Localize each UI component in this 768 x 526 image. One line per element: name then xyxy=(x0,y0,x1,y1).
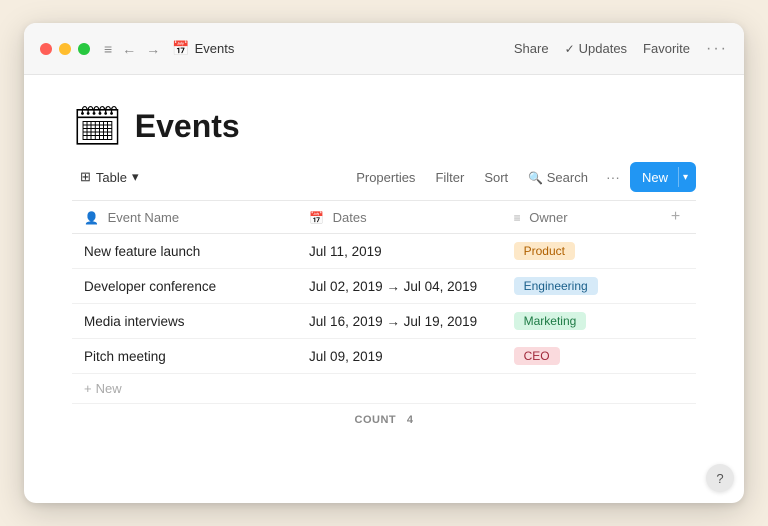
events-table: 👤 Event Name 📅 Dates ≡ Owner + xyxy=(72,200,696,404)
page-header: 🗓 Events xyxy=(24,75,744,162)
filter-button[interactable]: Filter xyxy=(427,166,472,189)
properties-button[interactable]: Properties xyxy=(348,166,423,189)
titlebar-page-name: Events xyxy=(195,41,235,56)
page-icon-large: 🗓 xyxy=(72,103,123,150)
col-add: + xyxy=(655,201,696,234)
table-icon: ⊞ xyxy=(80,169,91,185)
col-dates: 📅 Dates xyxy=(297,201,502,234)
maximize-button[interactable] xyxy=(78,43,90,55)
search-label: Search xyxy=(547,170,588,185)
search-icon: 🔍 xyxy=(528,171,543,185)
page-icon-small: 📅 xyxy=(172,40,189,57)
col-event-name-label: Event Name xyxy=(108,210,180,225)
owner-badge: Engineering xyxy=(514,277,598,295)
toolbar-actions: Properties Filter Sort 🔍 Search ··· New … xyxy=(348,162,696,192)
new-button[interactable]: New ▾ xyxy=(630,162,696,192)
count-row: COUNT 4 xyxy=(72,404,696,430)
cell-dates: Jul 09, 2019 xyxy=(297,339,502,374)
cell-extra xyxy=(655,269,696,304)
cell-event-name: Pitch meeting xyxy=(72,339,297,374)
table-row[interactable]: Developer conferenceJul 02, 2019 → Jul 0… xyxy=(72,269,696,304)
page-title: Events xyxy=(135,108,240,145)
updates-button[interactable]: ✓ Updates xyxy=(565,41,627,56)
search-button[interactable]: 🔍 Search xyxy=(520,166,596,189)
close-button[interactable] xyxy=(40,43,52,55)
table-chevron-icon: ▾ xyxy=(132,169,139,185)
col-owner: ≡ Owner xyxy=(502,201,655,234)
owner-badge: Product xyxy=(514,242,575,260)
owner-badge: CEO xyxy=(514,347,560,365)
cell-extra xyxy=(655,304,696,339)
cell-event-name: Developer conference xyxy=(72,269,297,304)
new-btn-chevron-icon: ▾ xyxy=(683,172,696,183)
table-row[interactable]: New feature launchJul 11, 2019 Product xyxy=(72,234,696,269)
new-button-label: New xyxy=(642,170,674,185)
share-button[interactable]: Share xyxy=(514,41,549,56)
table-wrapper: 👤 Event Name 📅 Dates ≡ Owner + xyxy=(24,200,744,503)
minimize-button[interactable] xyxy=(59,43,71,55)
favorite-button[interactable]: Favorite xyxy=(643,41,690,56)
owner-badge: Marketing xyxy=(514,312,587,330)
cell-owner: CEO xyxy=(502,339,655,374)
updates-label: Updates xyxy=(579,41,627,56)
forward-icon[interactable]: → xyxy=(144,39,162,59)
add-column-button[interactable]: + xyxy=(671,208,680,226)
cell-extra xyxy=(655,339,696,374)
table-header-row: 👤 Event Name 📅 Dates ≡ Owner + xyxy=(72,201,696,234)
table-row[interactable]: Media interviewsJul 16, 2019 → Jul 19, 2… xyxy=(72,304,696,339)
traffic-lights xyxy=(40,43,90,55)
add-row-row: +New xyxy=(72,374,696,404)
titlebar-title: 📅 Events xyxy=(172,40,234,57)
count-label: COUNT xyxy=(355,414,397,426)
col-dates-label: Dates xyxy=(333,210,367,225)
view-toolbar: ⊞ Table ▾ Properties Filter Sort 🔍 Searc… xyxy=(24,162,744,192)
owner-col-icon: ≡ xyxy=(514,211,521,225)
cell-owner: Engineering xyxy=(502,269,655,304)
sort-button[interactable]: Sort xyxy=(476,166,516,189)
count-value: 4 xyxy=(407,414,414,426)
cell-dates: Jul 16, 2019 → Jul 19, 2019 xyxy=(297,304,502,339)
table-view-button[interactable]: ⊞ Table ▾ xyxy=(72,165,147,189)
table-label: Table xyxy=(96,170,127,185)
event-name-col-icon: 👤 xyxy=(84,211,99,225)
help-button[interactable]: ? xyxy=(706,464,734,492)
check-icon: ✓ xyxy=(565,42,575,56)
hamburger-icon[interactable]: ≡ xyxy=(104,41,112,57)
cell-dates: Jul 02, 2019 → Jul 04, 2019 xyxy=(297,269,502,304)
cell-owner: Product xyxy=(502,234,655,269)
add-row-button[interactable]: +New xyxy=(84,381,122,396)
cell-extra xyxy=(655,234,696,269)
nav-buttons: ← → xyxy=(120,39,162,59)
toolbar-more-icon[interactable]: ··· xyxy=(600,165,626,189)
cell-event-name: New feature launch xyxy=(72,234,297,269)
more-options-icon[interactable]: ··· xyxy=(706,40,728,58)
app-window: ≡ ← → 📅 Events Share ✓ Updates Favorite … xyxy=(24,23,744,503)
new-btn-divider xyxy=(678,167,679,187)
dates-col-icon: 📅 xyxy=(309,211,324,225)
cell-dates: Jul 11, 2019 xyxy=(297,234,502,269)
cell-event-name: Media interviews xyxy=(72,304,297,339)
content-area: 🗓 Events ⊞ Table ▾ Properties Filter Sor… xyxy=(24,75,744,503)
add-row-cell: +New xyxy=(72,374,696,404)
cell-owner: Marketing xyxy=(502,304,655,339)
back-icon[interactable]: ← xyxy=(120,39,138,59)
titlebar-right: Share ✓ Updates Favorite ··· xyxy=(514,40,728,58)
table-row[interactable]: Pitch meetingJul 09, 2019 CEO xyxy=(72,339,696,374)
titlebar: ≡ ← → 📅 Events Share ✓ Updates Favorite … xyxy=(24,23,744,75)
col-owner-label: Owner xyxy=(529,210,567,225)
col-event-name: 👤 Event Name xyxy=(72,201,297,234)
